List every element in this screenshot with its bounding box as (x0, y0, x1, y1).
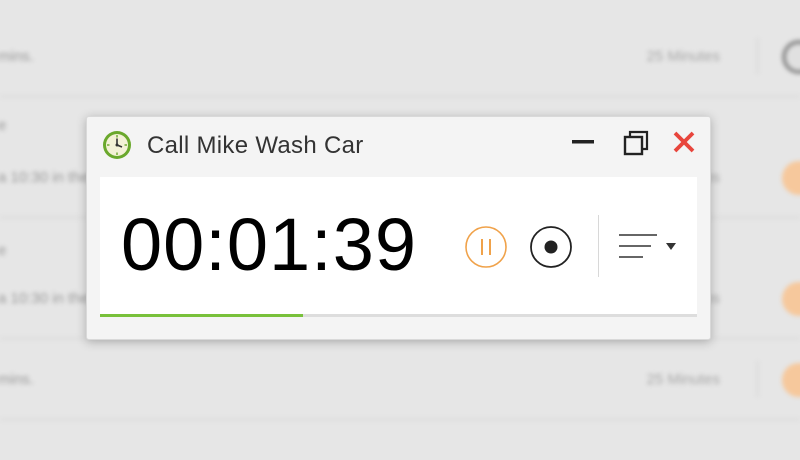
options-menu-button[interactable] (617, 231, 679, 263)
title-bar[interactable]: Call Mike Wash Car (87, 117, 710, 177)
timer-progress-fill (100, 314, 303, 317)
timer-window: Call Mike Wash Car 00:01:39 (86, 116, 711, 340)
task-duration: 25 Minutes (646, 48, 720, 65)
control-divider (598, 215, 599, 277)
minimize-button[interactable] (568, 129, 598, 159)
restore-icon (623, 130, 649, 156)
task-duration: 25 Minutes (646, 371, 720, 388)
stop-icon (530, 226, 572, 268)
list-item: mins. 25 Minutes (0, 18, 800, 97)
row-divider (757, 38, 758, 74)
timer-progress-bar (100, 314, 697, 317)
clock-icon (102, 130, 132, 160)
timer-title: Call Mike Wash Car (147, 132, 364, 159)
stop-button[interactable] (529, 225, 573, 269)
close-icon (673, 131, 695, 153)
task-play-button[interactable] (782, 161, 800, 195)
task-play-button[interactable] (782, 282, 800, 316)
menu-icon (619, 234, 676, 258)
close-button[interactable] (669, 129, 699, 159)
task-text: mins. (0, 371, 34, 388)
task-text: e (0, 117, 7, 134)
minimize-icon (572, 140, 594, 144)
pause-icon (465, 226, 507, 268)
task-play-button[interactable] (782, 40, 800, 74)
task-text: mins. (0, 48, 34, 65)
task-text: e (0, 242, 7, 259)
list-item: mins. 25 Minutes (0, 339, 800, 420)
timer-panel: 00:01:39 (100, 177, 697, 317)
task-play-button[interactable] (782, 363, 800, 397)
elapsed-time: 00:01:39 (121, 203, 418, 286)
restore-button[interactable] (621, 129, 651, 159)
row-divider (757, 361, 758, 397)
pause-button[interactable] (464, 225, 508, 269)
